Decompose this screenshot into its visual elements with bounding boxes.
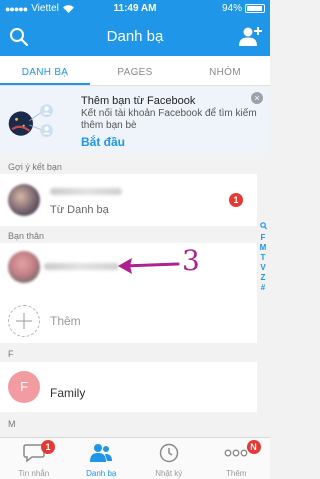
avatar: F [8, 371, 40, 403]
close-icon[interactable]: × [251, 92, 263, 104]
tab-diary[interactable]: Nhật ký [135, 438, 203, 479]
index-letter[interactable]: Z [261, 273, 266, 283]
facebook-card-title: Thêm bạn từ Facebook [81, 95, 196, 107]
annotation-number: 3 [182, 244, 200, 277]
index-letter[interactable]: F [261, 233, 266, 243]
contact-name: Family [50, 386, 86, 400]
section-header-close-friends: Bạn thân [8, 231, 45, 241]
start-button[interactable]: Bắt đầu [81, 135, 125, 149]
tab-bar: DANH BẠ PAGES NHÓM [0, 56, 270, 86]
add-friend-label: Thêm [50, 314, 81, 328]
tab-label: Danh bạ [86, 469, 117, 478]
avatar [8, 184, 40, 216]
index-letter[interactable]: T [261, 253, 266, 263]
avatar [8, 251, 40, 283]
list-item-suggest[interactable]: Từ Danh bạ 1 [0, 174, 257, 226]
plus-icon [16, 313, 32, 329]
tab-label: Nhật ký [155, 469, 183, 478]
new-badge: N [246, 440, 261, 454]
tab-pages[interactable]: PAGES [90, 56, 180, 85]
facebook-friends-illustration [8, 104, 53, 138]
tab-contacts[interactable]: Danh bạ [68, 438, 136, 479]
section-header-suggest: Gợi ý kết bạn [8, 162, 62, 172]
bottom-tab-bar: 1 Tin nhắn Danh bạ Nhật ký N Thêm [0, 437, 270, 479]
message-badge: 1 [41, 440, 55, 454]
facebook-card-description: Kết nối tài khoản Facebook để tìm kiếm t… [81, 108, 257, 131]
tab-nhom[interactable]: NHÓM [180, 56, 270, 85]
status-bar: ●●●●● Viettel 11:49 AM 94% [0, 0, 270, 18]
suggest-source: Từ Danh bạ [50, 204, 109, 216]
section-header-letter: M [8, 419, 16, 429]
list-item-friend[interactable]: 3 [0, 243, 257, 297]
index-letter[interactable]: V [260, 263, 265, 273]
list-item-contact[interactable]: F Family [0, 362, 257, 412]
add-user-icon[interactable] [238, 25, 262, 47]
section-header-letter: F [8, 349, 14, 359]
close-friends-list: 3 Thêm [0, 243, 257, 343]
annotation-arrow [118, 258, 180, 274]
more-icon [224, 449, 248, 457]
alphabet-index[interactable]: F M T V Z # [258, 222, 268, 293]
blurred-name [44, 263, 119, 270]
facebook-invite-card[interactable]: Thêm bạn từ Facebook Kết nối tài khoản F… [0, 87, 270, 154]
header-bar: Danh bạ [0, 18, 270, 56]
tab-label: Tin nhắn [18, 469, 50, 478]
add-close-friend[interactable]: Thêm [0, 297, 257, 343]
index-letter[interactable]: # [261, 283, 265, 293]
index-search-icon[interactable] [259, 222, 267, 233]
contacts-icon [90, 444, 113, 462]
index-letter[interactable]: M [260, 243, 267, 253]
battery-icon [245, 4, 265, 13]
notification-badge: 1 [229, 193, 243, 207]
clock-icon [159, 443, 178, 463]
add-friend-circle [8, 305, 40, 337]
tab-messages[interactable]: 1 Tin nhắn [0, 438, 68, 479]
page-title: Danh bạ [106, 28, 164, 45]
tab-more[interactable]: N Thêm [203, 438, 271, 479]
tab-danh-ba[interactable]: DANH BẠ [0, 56, 90, 85]
blurred-name [50, 188, 122, 195]
battery-percent: 94% [221, 3, 242, 14]
tab-label: Thêm [226, 469, 247, 478]
